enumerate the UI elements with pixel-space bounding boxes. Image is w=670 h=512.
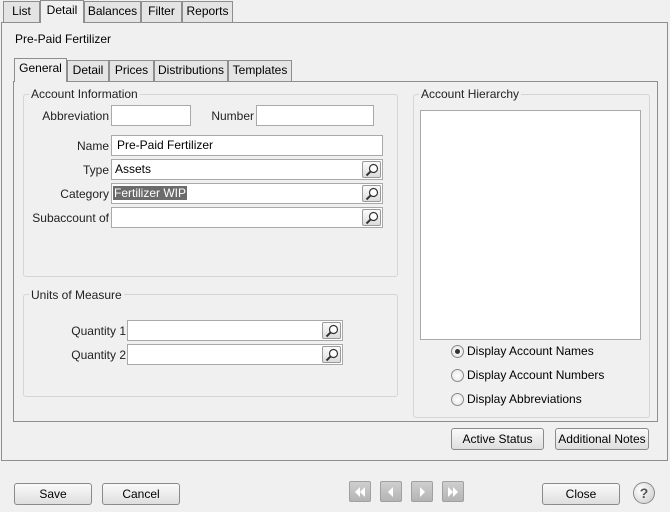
quantity2-lookup-button[interactable] (322, 346, 341, 363)
first-record-icon (355, 487, 365, 497)
magnifier-icon (365, 211, 379, 225)
magnifier-icon (325, 324, 339, 338)
magnifier-icon (365, 163, 379, 177)
account-hierarchy-list[interactable] (420, 110, 641, 340)
category-label: Category (60, 187, 109, 201)
subaccount-field[interactable] (111, 207, 383, 228)
last-record-icon (448, 487, 458, 497)
abbreviation-input[interactable] (111, 105, 191, 126)
name-label: Name (76, 139, 109, 153)
type-lookup-button[interactable] (362, 161, 381, 178)
tab-list[interactable]: List (3, 1, 40, 22)
abbreviation-label: Abbreviation (42, 109, 109, 123)
type-field[interactable]: Assets (111, 159, 383, 180)
subtab-distributions[interactable]: Distributions (154, 60, 228, 81)
last-record-button[interactable] (442, 481, 464, 502)
account-information-title: Account Information (29, 87, 140, 101)
radio-button[interactable] (451, 369, 464, 382)
additional-notes-button[interactable]: Additional Notes (555, 428, 649, 450)
record-title: Pre-Paid Fertilizer (15, 32, 112, 46)
tab-detail[interactable]: Detail (40, 0, 84, 23)
close-button[interactable]: Close (542, 483, 620, 505)
next-record-button[interactable] (411, 481, 433, 502)
quantity1-field[interactable] (127, 320, 343, 341)
cancel-button[interactable]: Cancel (102, 483, 180, 505)
subaccount-lookup-button[interactable] (362, 209, 381, 226)
quantity1-lookup-button[interactable] (322, 322, 341, 339)
magnifier-icon (365, 187, 379, 201)
units-of-measure-title: Units of Measure (29, 288, 124, 302)
subtab-detail[interactable]: Detail (67, 60, 109, 81)
category-field[interactable]: Fertilizer WIP (111, 183, 383, 204)
quantity2-label: Quantity 2 (71, 348, 126, 362)
number-input[interactable] (256, 105, 374, 126)
category-lookup-button[interactable] (362, 185, 381, 202)
account-hierarchy-title: Account Hierarchy (419, 87, 522, 101)
tab-filter[interactable]: Filter (141, 1, 182, 22)
subtab-prices[interactable]: Prices (109, 60, 154, 81)
subaccount-label: Subaccount of (32, 211, 109, 225)
tab-balances[interactable]: Balances (84, 1, 141, 22)
help-icon[interactable]: ? (633, 482, 655, 504)
number-label: Number (211, 109, 254, 123)
quantity2-field[interactable] (127, 344, 343, 365)
radio-button-checked[interactable] (451, 345, 464, 358)
radio-button[interactable] (451, 393, 464, 406)
previous-record-icon (388, 487, 393, 497)
active-status-button[interactable]: Active Status (451, 428, 544, 450)
next-record-icon (420, 487, 425, 497)
previous-record-button[interactable] (380, 481, 402, 502)
name-input[interactable]: Pre-Paid Fertilizer (111, 135, 383, 156)
subtab-templates[interactable]: Templates (228, 60, 292, 81)
subtab-general[interactable]: General (14, 58, 67, 82)
quantity1-label: Quantity 1 (71, 324, 126, 338)
first-record-button[interactable] (349, 481, 371, 502)
type-label: Type (82, 163, 109, 177)
save-button[interactable]: Save (14, 483, 92, 505)
magnifier-icon (325, 348, 339, 362)
tab-reports[interactable]: Reports (182, 1, 233, 22)
